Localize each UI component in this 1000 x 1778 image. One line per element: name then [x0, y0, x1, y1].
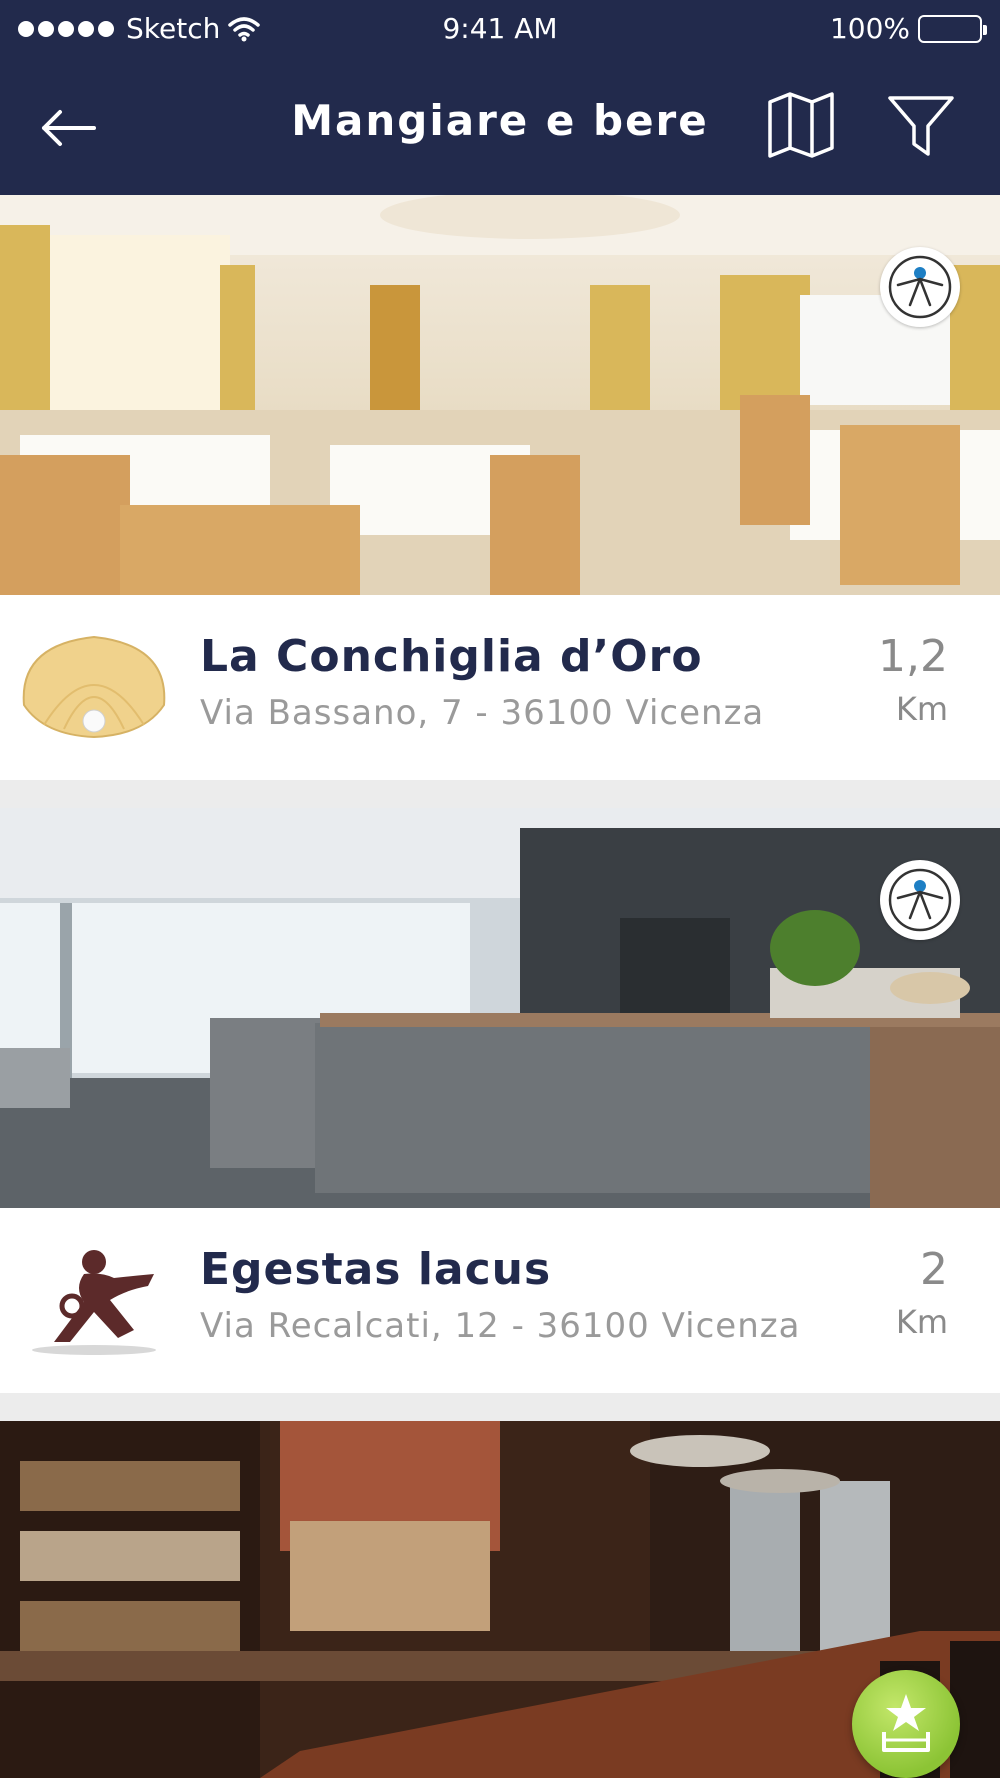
- restaurant-info: La Conchiglia d’Oro Via Bassano, 7 - 361…: [0, 595, 1000, 780]
- restaurant-card[interactable]: [0, 1421, 1000, 1778]
- filter-button[interactable]: [884, 88, 958, 162]
- status-bar: Sketch 9:41 AM 100%: [0, 0, 1000, 58]
- restaurant-card[interactable]: La Conchiglia d’Oro Via Bassano, 7 - 361…: [0, 195, 1000, 780]
- restaurant-name: La Conchiglia d’Oro: [200, 631, 703, 682]
- restaurant-logo: [14, 625, 174, 750]
- restaurant-name: Egestas lacus: [200, 1244, 552, 1295]
- map-button[interactable]: [764, 88, 838, 162]
- nav-bar: Mangiare e bere: [0, 70, 1000, 180]
- accessibility-icon: [888, 868, 952, 932]
- accessibility-badge[interactable]: [880, 247, 960, 327]
- distance-value: 1,2: [878, 631, 948, 682]
- battery-percent: 100%: [829, 12, 910, 45]
- distance: 1,2 Km: [838, 631, 948, 728]
- distance-unit: Km: [895, 690, 948, 728]
- page-title: Mangiare e bere: [291, 96, 709, 145]
- restaurant-photo: [0, 195, 1000, 595]
- battery-icon: [918, 14, 987, 43]
- accessibility-icon: [888, 255, 952, 319]
- restaurant-photo: [0, 808, 1000, 1208]
- star-badge-icon: [882, 1694, 930, 1752]
- distance-unit: Km: [895, 1303, 948, 1341]
- restaurant-card[interactable]: Egestas lacus Via Recalcati, 12 - 36100 …: [0, 808, 1000, 1393]
- status-right: 100%: [829, 12, 987, 45]
- map-icon: [768, 92, 834, 158]
- distance: 2 Km: [838, 1244, 948, 1341]
- restaurant-photo: [0, 1421, 1000, 1778]
- restaurant-logo: [14, 1238, 174, 1363]
- restaurant-address: Via Recalcati, 12 - 36100 Vicenza: [200, 1306, 801, 1346]
- app-header: Sketch 9:41 AM 100% Mangiare e bere: [0, 0, 1000, 195]
- favorites-fab-button[interactable]: [852, 1670, 960, 1778]
- restaurant-info: Egestas lacus Via Recalcati, 12 - 36100 …: [0, 1208, 1000, 1393]
- distance-value: 2: [920, 1244, 948, 1295]
- accessibility-badge[interactable]: [880, 860, 960, 940]
- filter-icon: [888, 96, 954, 156]
- restaurant-address: Via Bassano, 7 - 36100 Vicenza: [200, 693, 765, 733]
